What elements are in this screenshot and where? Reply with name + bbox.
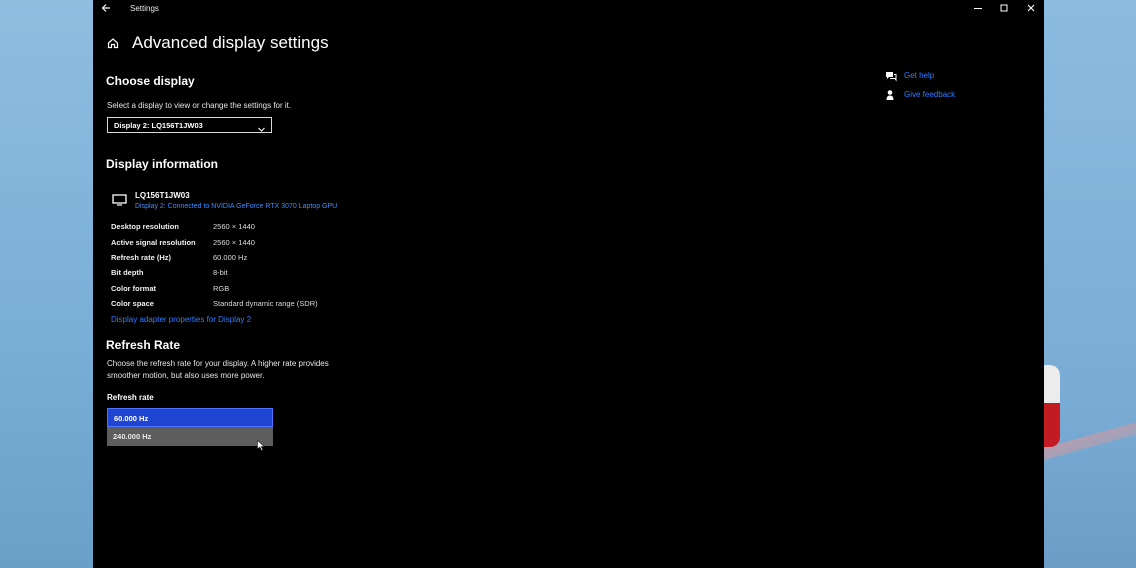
home-icon[interactable]: [107, 36, 121, 50]
give-feedback-link[interactable]: Give feedback: [904, 90, 955, 99]
info-row-color-format: Color format RGB: [111, 284, 431, 296]
mouse-cursor-icon: [257, 438, 265, 451]
feedback-icon[interactable]: [885, 88, 897, 100]
info-value: 2560 × 1440: [213, 238, 255, 247]
display-adapter-properties-link[interactable]: Display adapter properties for Display 2: [111, 315, 251, 324]
info-label: Desktop resolution: [111, 222, 179, 231]
refresh-rate-dropdown-list: 60.000 Hz 240.000 Hz: [107, 408, 273, 446]
refresh-rate-option-240[interactable]: 240.000 Hz: [107, 427, 273, 446]
info-value: 2560 × 1440: [213, 222, 255, 231]
desktop-background-right: [1044, 0, 1136, 568]
info-label: Bit depth: [111, 268, 144, 277]
info-row-refresh-rate: Refresh rate (Hz) 60.000 Hz: [111, 253, 431, 265]
info-value: RGB: [213, 284, 230, 293]
info-row-color-space: Color space Standard dynamic range (SDR): [111, 299, 431, 311]
help-chat-icon[interactable]: [885, 69, 897, 82]
display-information-heading: Display information: [106, 157, 219, 171]
refresh-rate-description-line1: Choose the refresh rate for your display…: [107, 359, 329, 368]
back-arrow-icon[interactable]: [101, 2, 115, 16]
choose-display-instruction: Select a display to view or change the s…: [107, 101, 292, 110]
minimize-icon[interactable]: [969, 2, 987, 16]
refresh-rate-label: Refresh rate: [107, 393, 154, 402]
display-select-value: Display 2: LQ156T1JW03: [114, 121, 203, 130]
info-label: Color format: [111, 284, 156, 293]
close-icon[interactable]: [1022, 2, 1040, 16]
refresh-rate-option-60[interactable]: 60.000 Hz: [107, 408, 273, 427]
info-label: Refresh rate (Hz): [111, 253, 172, 262]
info-value: Standard dynamic range (SDR): [213, 299, 318, 308]
info-label: Color space: [111, 299, 154, 308]
window-title: Settings: [130, 4, 159, 13]
choose-display-heading: Choose display: [106, 74, 195, 88]
refresh-rate-heading: Refresh Rate: [106, 338, 181, 352]
info-row-active-signal-resolution: Active signal resolution 2560 × 1440: [111, 238, 431, 250]
display-select-dropdown[interactable]: Display 2: LQ156T1JW03: [107, 117, 272, 133]
monitor-connection: Display 2: Connected to NVIDIA GeForce R…: [135, 203, 338, 210]
page-title: Advanced display settings: [132, 33, 329, 52]
refresh-rate-description-line2: smoother motion, but also uses more powe…: [107, 371, 265, 380]
info-label: Active signal resolution: [111, 238, 196, 247]
monitor-icon: [112, 193, 127, 206]
desktop-background-left: [0, 0, 94, 568]
maximize-icon[interactable]: [995, 2, 1013, 16]
info-value: 8-bit: [213, 268, 228, 277]
info-row-bit-depth: Bit depth 8-bit: [111, 268, 431, 280]
title-bar: Settings: [93, 0, 1044, 18]
info-row-desktop-resolution: Desktop resolution 2560 × 1440: [111, 222, 431, 234]
monitor-name: LQ156T1JW03: [135, 191, 190, 200]
get-help-link[interactable]: Get help: [904, 71, 934, 80]
settings-window: Settings Advanced display settings Choos…: [93, 0, 1044, 568]
chevron-down-icon: [257, 121, 266, 132]
info-value: 60.000 Hz: [213, 253, 248, 262]
